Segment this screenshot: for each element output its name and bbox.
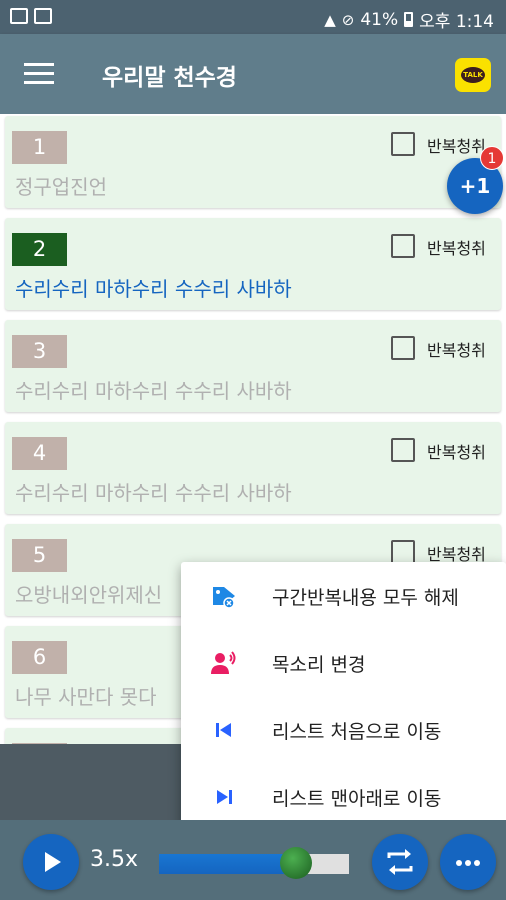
list-item[interactable]: 2 수리수리 마하수리 수수리 사바하 반복청취 <box>5 218 501 310</box>
kakaotalk-icon[interactable]: TALK <box>455 58 491 92</box>
repeat-checkbox[interactable] <box>391 132 415 156</box>
verse-text: 수리수리 마하수리 수수리 사바하 <box>15 481 292 505</box>
verse-number: 6 <box>12 641 67 674</box>
verse-text: 나무 사만다 못다 <box>15 685 157 709</box>
repeat-checkbox[interactable] <box>391 336 415 360</box>
status-right: ▲ ⊘ 41% 오후 1:14 <box>324 7 494 33</box>
verse-number: 3 <box>12 335 67 368</box>
menu-item-label: 리스트 처음으로 이동 <box>272 721 442 743</box>
repeat-label: 반복청취 <box>427 137 486 156</box>
kakao-bubble: TALK <box>461 67 485 83</box>
voice-icon <box>211 651 236 674</box>
skip-first-icon <box>216 723 231 737</box>
repeat-label: 반복청취 <box>427 239 486 258</box>
app-bar: 우리말 천수경 TALK <box>0 34 506 114</box>
repeat-checkbox[interactable] <box>391 540 415 564</box>
menu-item-label: 리스트 맨아래로 이동 <box>272 788 442 810</box>
playback-controls: 3.5x <box>0 820 506 900</box>
menu-item-go-first[interactable]: 리스트 처음으로 이동 <box>181 696 506 763</box>
notification-badge: 1 <box>480 146 504 170</box>
verse-number: 1 <box>12 131 67 164</box>
repeat-label: 반복청취 <box>427 443 486 462</box>
speed-label[interactable]: 3.5x <box>90 847 138 872</box>
skip-last-icon <box>217 790 232 804</box>
wifi-icon: ▲ <box>324 10 336 29</box>
play-button[interactable] <box>23 834 79 890</box>
repeat-icon <box>387 849 413 875</box>
verse-text: 오방내외안위제신 <box>15 583 163 607</box>
menu-item-clear-repeat[interactable]: 구간반복내용 모두 해제 <box>181 562 506 629</box>
menu-item-label: 목소리 변경 <box>272 654 366 676</box>
status-bar: ▲ ⊘ 41% 오후 1:14 <box>0 0 506 34</box>
overflow-menu: 구간반복내용 모두 해제 목소리 변경 리스트 처음으로 이동 리스트 맨아래로… <box>181 562 506 833</box>
tag-clear-icon <box>213 587 235 608</box>
verse-number: 2 <box>12 233 67 266</box>
status-time: 오후 1:14 <box>419 12 494 32</box>
repeat-checkbox[interactable] <box>391 438 415 462</box>
verse-text: 정구업진언 <box>15 175 107 199</box>
more-dot <box>456 860 462 866</box>
list-item[interactable]: 3 수리수리 마하수리 수수리 사바하 반복청취 <box>5 320 501 412</box>
menu-item-change-voice[interactable]: 목소리 변경 <box>181 629 506 696</box>
slider-fill <box>159 854 296 874</box>
verse-text: 수리수리 마하수리 수수리 사바하 <box>15 277 292 301</box>
battery-percent: 41% <box>360 9 399 30</box>
menu-item-label: 구간반복내용 모두 해제 <box>272 587 459 609</box>
app-title: 우리말 천수경 <box>102 65 237 91</box>
do-not-disturb-icon: ⊘ <box>341 10 355 29</box>
speed-slider[interactable] <box>159 847 349 879</box>
repeat-checkbox[interactable] <box>391 234 415 258</box>
gmail-icon <box>34 8 52 24</box>
image-icon <box>10 8 28 24</box>
more-dot <box>474 860 480 866</box>
verse-number: 4 <box>12 437 67 470</box>
more-dot <box>465 860 471 866</box>
battery-icon <box>404 12 414 27</box>
hamburger-icon[interactable] <box>24 63 54 85</box>
verse-text: 수리수리 마하수리 수수리 사바하 <box>15 379 292 403</box>
slider-thumb[interactable] <box>279 847 312 879</box>
verse-number: 5 <box>12 539 67 572</box>
status-left-icons <box>10 8 52 24</box>
more-button[interactable] <box>440 834 496 890</box>
repeat-button[interactable] <box>372 834 428 890</box>
repeat-label: 반복청취 <box>427 341 486 360</box>
list-item[interactable]: 4 수리수리 마하수리 수수리 사바하 반복청취 <box>5 422 501 514</box>
list-item[interactable]: 1 정구업진언 반복청취 <box>5 116 501 208</box>
